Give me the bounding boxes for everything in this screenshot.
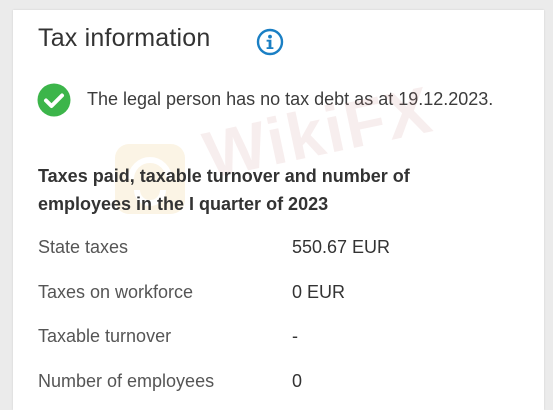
section-heading: Taxes paid, taxable turnover and number … [38, 166, 410, 214]
tax-debt-status-text: The legal person has no tax debt as at 1… [87, 89, 494, 109]
card-title: Tax information [38, 24, 211, 52]
row-value: 0 EUR [292, 282, 346, 302]
info-icon[interactable] [256, 28, 284, 56]
tax-information-card: Tax information The legal person has no … [13, 10, 544, 410]
row-state-taxes: State taxes 550.67 EUR [38, 237, 518, 261]
row-number-of-employees: Number of employees 0 [38, 371, 518, 395]
row-taxes-on-workforce: Taxes on workforce 0 EUR [38, 282, 518, 306]
check-circle-icon [37, 83, 71, 117]
row-label: Taxable turnover [38, 326, 172, 346]
row-value: 550.67 EUR [292, 237, 391, 257]
row-value: - [292, 326, 298, 346]
row-label: Number of employees [38, 371, 215, 391]
row-value: 0 [292, 371, 303, 391]
row-label: State taxes [38, 237, 129, 257]
row-taxable-turnover: Taxable turnover - [38, 326, 518, 350]
row-label: Taxes on workforce [38, 282, 194, 302]
